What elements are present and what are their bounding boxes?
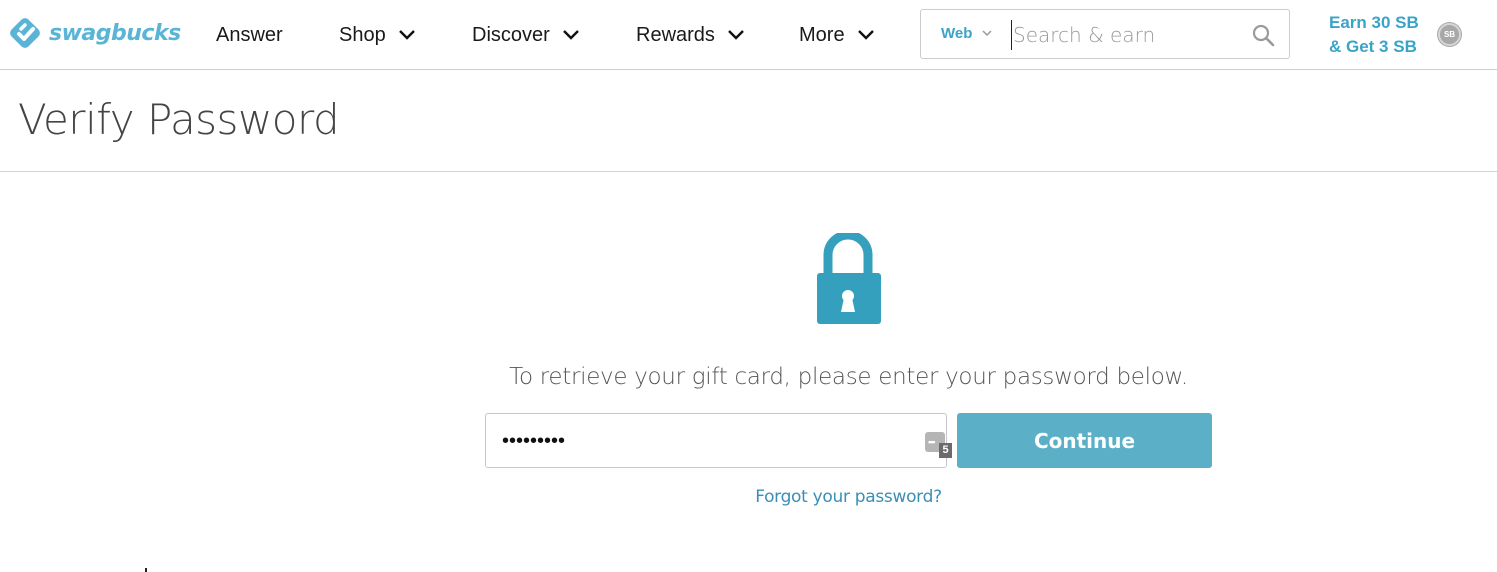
chevron-down-icon [857, 30, 874, 40]
password-field: ••• 5 [485, 413, 952, 468]
earn-promo-line1: Earn 30 SB [1329, 13, 1419, 32]
nav-answer[interactable]: Answer [216, 22, 283, 48]
nav-more-label: More [799, 23, 845, 46]
continue-button[interactable]: Continue [957, 413, 1212, 468]
chevron-down-icon [728, 30, 744, 40]
sb-balance-badge[interactable]: SB [1438, 23, 1461, 46]
top-navigation-bar: swagbucks Answer Shop Discover Rewards M… [0, 0, 1497, 70]
logo-text: swagbucks [49, 20, 181, 46]
nav-discover[interactable]: Discover [472, 22, 580, 48]
chevron-down-icon [562, 30, 579, 40]
instructions-text: To retrieve your gift card, please enter… [509, 364, 1188, 390]
swagbucks-logo[interactable]: swagbucks [8, 17, 181, 51]
search-input[interactable] [1011, 20, 1231, 50]
nav-rewards[interactable]: Rewards [636, 22, 745, 48]
nav-shop-label: Shop [339, 23, 386, 46]
forgot-password-link[interactable]: Forgot your password? [600, 487, 1097, 507]
password-manager-count-badge: 5 [939, 443, 952, 458]
swagbucks-logo-icon [10, 18, 40, 48]
earn-promo-link[interactable]: Earn 30 SB & Get 3 SB [1329, 11, 1429, 59]
mouse-cursor [145, 568, 147, 572]
password-input[interactable] [502, 426, 902, 456]
nav-answer-label: Answer [216, 23, 283, 46]
search-icon[interactable] [1251, 23, 1275, 47]
earn-promo-line2: & Get 3 SB [1329, 37, 1417, 56]
search-box: Web [920, 9, 1290, 59]
search-scope-label: Web [941, 25, 973, 42]
chevron-down-icon [398, 30, 415, 40]
page-title: Verify Password [18, 95, 340, 144]
page-title-bar: Verify Password [0, 70, 1497, 172]
nav-rewards-label: Rewards [636, 23, 715, 46]
chevron-down-icon [982, 30, 992, 37]
nav-discover-label: Discover [472, 23, 550, 46]
search-scope-dropdown[interactable]: Web [941, 25, 992, 42]
dots-icon: ••• [928, 437, 936, 447]
lock-icon [817, 233, 881, 324]
nav-shop[interactable]: Shop [339, 22, 416, 48]
nav-more[interactable]: More [799, 22, 875, 48]
